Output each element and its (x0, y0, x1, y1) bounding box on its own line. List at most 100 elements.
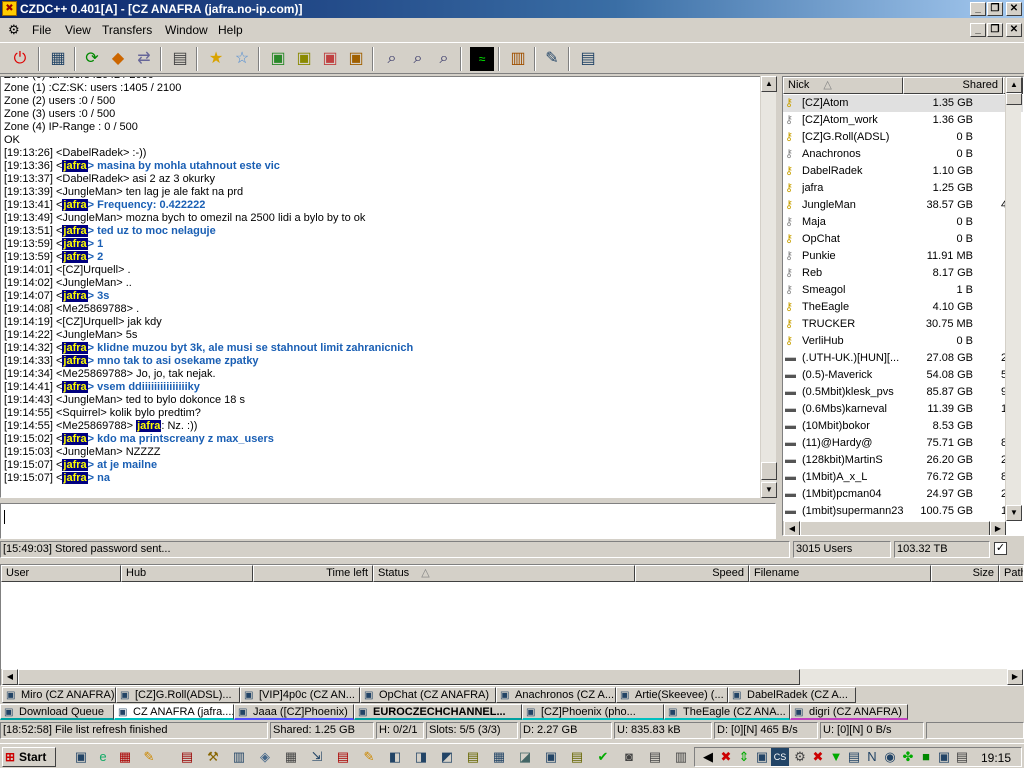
menu-app-icon[interactable]: ⚙ (8, 22, 22, 38)
user-row[interactable]: ▬(0.5)-Maverick54.08 GB5 (783, 367, 1023, 384)
chat-log[interactable]: Zone (0) all users :1642 / 2000Zone (1) … (0, 76, 762, 498)
public-hubs-icon[interactable]: ▦ (46, 47, 70, 71)
notepad-icon[interactable]: ✎ (540, 47, 564, 71)
quicklaunch-app-icon[interactable]: ▦ (116, 748, 134, 766)
tray-icon-12[interactable]: ■ (917, 748, 935, 766)
finished-downloads-icon[interactable]: ▣ (292, 47, 316, 71)
user-row[interactable]: ⚷ [CZ]Atom 1.35 GB (783, 95, 1023, 112)
menu-transfers[interactable]: Transfers (98, 22, 156, 38)
tray-icon-5[interactable]: ⚙ (791, 748, 809, 766)
finished-uploads-icon[interactable]: ▣ (344, 47, 368, 71)
volume-icon[interactable]: ◀ (699, 748, 717, 766)
user-row[interactable]: ⚷ Maja 0 B (783, 214, 1023, 231)
quicklaunch-icon-19[interactable]: ▣ (542, 748, 560, 766)
window-tab[interactable]: ▣ [VIP]4p0c (CZ AN... (240, 687, 360, 703)
quicklaunch-icon-11[interactable]: ▤ (334, 748, 352, 766)
tray-icon-13[interactable]: ▣ (935, 748, 953, 766)
window-tab[interactable]: ▣ Jaaa ([CZ]Phoenix) (234, 704, 354, 720)
quicklaunch-icon-15[interactable]: ◩ (438, 748, 456, 766)
tray-icon-11[interactable]: ✤ (899, 748, 917, 766)
column-header-nick[interactable]: Nick △ (783, 77, 903, 94)
window-tab[interactable]: ▣ Miro (CZ ANAFRA) (2, 687, 116, 703)
search-spy-icon[interactable]: ⌕ (432, 47, 456, 71)
tray-icon-14[interactable]: ▤ (953, 748, 971, 766)
user-row[interactable]: ▬(1mbit)supermann23100.75 GB10 (783, 503, 1023, 520)
user-list[interactable]: Nick △ Shared ⚷ [CZ]Atom 1.35 GB ⚷ [CZ]Atom_w… (782, 76, 1024, 536)
quicklaunch-icon-20[interactable]: ▤ (568, 748, 586, 766)
chat-nick[interactable]: jafra (62, 238, 88, 250)
user-row[interactable]: ⚷ jafra 1.25 GB (783, 180, 1023, 197)
chat-nick[interactable]: jafra (62, 290, 88, 302)
user-row[interactable]: ▬(0.5Mbit)klesk_pvs85.87 GB9 (783, 384, 1023, 401)
transfers-col-hub[interactable]: Hub (121, 565, 253, 582)
userlist-scroll-up-icon[interactable]: ▲ (1006, 77, 1022, 93)
chat-nick[interactable]: jafra (136, 420, 162, 432)
user-row[interactable]: ⚷ TheEagle 4.10 GB (783, 299, 1023, 316)
menu-help[interactable]: Help (214, 22, 247, 38)
transfers-col-size[interactable]: Size (931, 565, 999, 582)
tray-icon-6[interactable]: ✖ (809, 748, 827, 766)
window-tab[interactable]: ▣ OpChat (CZ ANAFRA) (360, 687, 496, 703)
settings-icon[interactable]: ▤ (168, 47, 192, 71)
chat-nick[interactable]: jafra (62, 160, 88, 172)
userlist-hscroll-thumb[interactable] (800, 521, 990, 535)
chat-nick[interactable]: jafra (62, 355, 88, 367)
scroll-up-arrow-icon[interactable]: ▲ (761, 76, 777, 92)
reconnect-icon[interactable]: ⟳ (80, 47, 104, 71)
quicklaunch-icon-18[interactable]: ◪ (516, 748, 534, 766)
chat-nick[interactable]: jafra (62, 433, 88, 445)
quicklaunch-icon-10[interactable]: ⇲ (308, 748, 326, 766)
user-row[interactable]: ⚷ [CZ]G.Roll(ADSL) 0 B (783, 129, 1023, 146)
userlist-vscrollbar[interactable]: ▲ ▼ (1005, 77, 1022, 521)
window-tab[interactable]: ▣ Artie(Skeevee) (... (616, 687, 728, 703)
transfers-col-filename[interactable]: Filename (749, 565, 931, 582)
window-tab[interactable]: ▣ DabelRadek (CZ A... (728, 687, 856, 703)
chat-nick[interactable]: jafra (62, 225, 88, 237)
mdi-restore-button[interactable]: ❐ (987, 23, 1003, 37)
chat-nick[interactable]: jafra (62, 251, 88, 263)
tray-icon-1[interactable]: ✖ (717, 748, 735, 766)
userlist-toggle-checkbox[interactable]: ✓ (994, 542, 1007, 555)
queue-icon[interactable]: ▣ (266, 47, 290, 71)
user-row[interactable]: ⚷ Smeagol 1 B (783, 282, 1023, 299)
transfers-hscrollbar[interactable]: ◀ ▶ (1, 669, 1023, 685)
show-desktop-icon[interactable]: ▣ (72, 748, 90, 766)
quicklaunch-icon-5[interactable]: ▤ (178, 748, 196, 766)
quicklaunch-icon-16[interactable]: ▤ (464, 748, 482, 766)
user-row[interactable]: ▬(0.6Mbs)karneval11.39 GB1 (783, 401, 1023, 418)
chat-nick[interactable]: jafra (62, 381, 88, 393)
minimize-button[interactable]: _ (970, 2, 986, 16)
transfers-scroll-left-icon[interactable]: ◀ (2, 669, 18, 685)
chat-input[interactable] (0, 503, 776, 539)
window-tab[interactable]: ▣ Download Queue (0, 704, 114, 720)
chat-nick[interactable]: jafra (62, 472, 88, 484)
quicklaunch-icon-23[interactable]: ▤ (646, 748, 664, 766)
window-tab[interactable]: ▣ [CZ]Phoenix (pho... (522, 704, 664, 720)
upload-queue-icon[interactable]: ▣ (318, 47, 342, 71)
window-tab[interactable]: ▣ CZ ANAFRA (jafra.... (114, 704, 234, 720)
scroll-thumb[interactable] (761, 462, 777, 480)
menu-file[interactable]: File (28, 22, 55, 38)
transfers-col-timeleft[interactable]: Time left (253, 565, 373, 582)
tray-icon-3[interactable]: ▣ (753, 748, 771, 766)
user-row[interactable]: ⚷ OpChat 0 B (783, 231, 1023, 248)
window-tab[interactable]: ▣ digri (CZ ANAFRA) (790, 704, 908, 720)
maximize-button[interactable]: ❐ (987, 2, 1003, 16)
window-tab[interactable]: ▣ [CZ]G.Roll(ADSL)... (116, 687, 240, 703)
userlist-hscrollbar[interactable]: ◀ ▶ (783, 521, 1006, 535)
menu-view[interactable]: View (61, 22, 95, 38)
system-log-icon[interactable]: ▤ (576, 47, 600, 71)
scroll-down-arrow-icon[interactable]: ▼ (761, 482, 777, 498)
user-row[interactable]: ⚷ DabelRadek 1.10 GB (783, 163, 1023, 180)
quicklaunch-icon-22[interactable]: ◙ (620, 748, 638, 766)
userlist-scroll-left-icon[interactable]: ◀ (784, 521, 800, 535)
quicklaunch-icon-8[interactable]: ◈ (256, 748, 274, 766)
userlist-scroll-down-icon[interactable]: ▼ (1006, 505, 1022, 521)
network-stats-icon[interactable]: ≈ (470, 47, 494, 71)
window-tab[interactable]: ▣ Anachronos (CZ A... (496, 687, 616, 703)
favorite-hubs-icon[interactable]: ★ (204, 47, 228, 71)
redirect-icon[interactable]: ◆ (106, 47, 130, 71)
transfers-col-user[interactable]: User (1, 565, 121, 582)
transfers-col-status[interactable]: Status △ (373, 565, 635, 582)
user-row[interactable]: ▬(1Mbit)A_x_L76.72 GB8 (783, 469, 1023, 486)
